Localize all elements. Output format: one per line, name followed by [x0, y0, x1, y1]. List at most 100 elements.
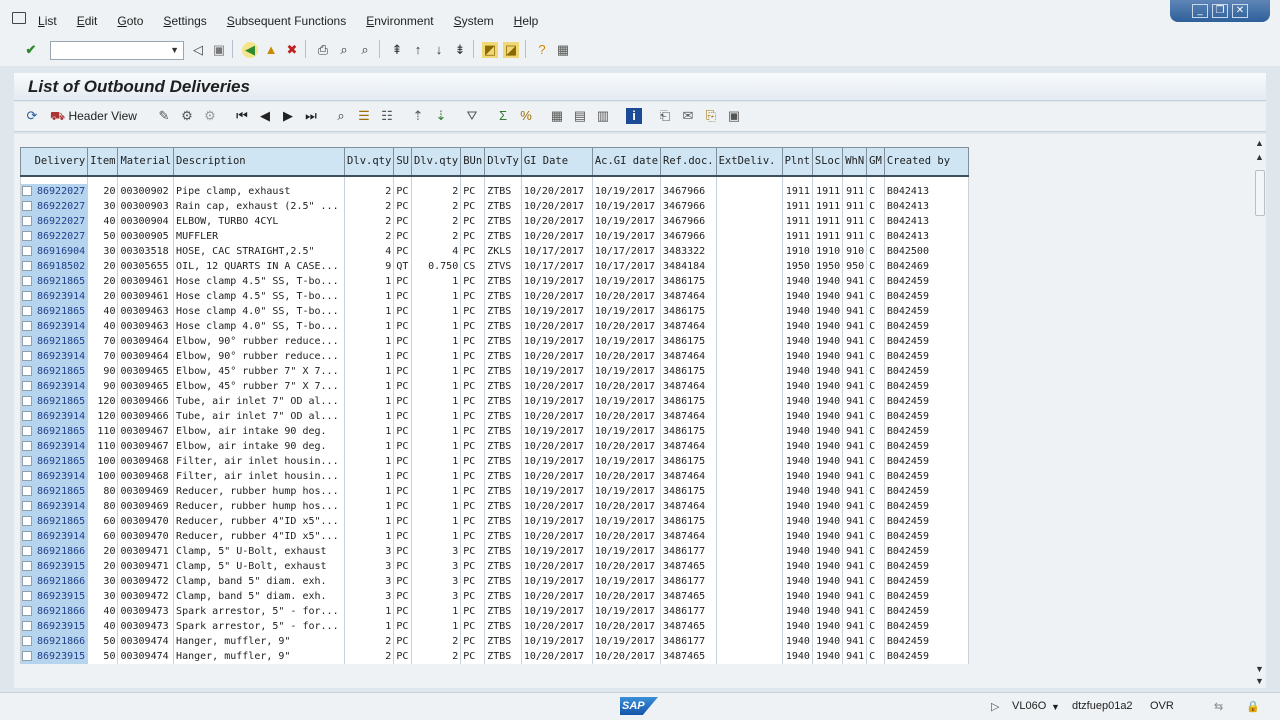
table-cell[interactable]: 3487464 — [660, 498, 717, 514]
table-cell[interactable]: 86921865 — [19, 363, 89, 379]
table-cell[interactable]: 10/20/2017 — [520, 228, 593, 244]
table-cell[interactable]: 1 — [410, 603, 462, 619]
table-cell[interactable]: 1940 — [781, 453, 813, 469]
table-cell[interactable]: 1940 — [811, 483, 844, 499]
table-cell[interactable]: 86918502 — [19, 258, 89, 274]
table-cell[interactable]: ZTBS — [484, 408, 522, 424]
table-cell[interactable]: 941 — [842, 333, 868, 349]
table-cell[interactable]: 10/20/2017 — [520, 318, 593, 334]
table-cell[interactable]: ZTBS — [484, 333, 522, 349]
table-cell[interactable]: C — [866, 303, 885, 319]
table-row[interactable]: 86923914 70 00309464 Elbow, 90° rubber redu… — [19, 348, 969, 364]
info-icon[interactable]: i — [626, 108, 642, 124]
table-cell[interactable]: 2 — [344, 633, 395, 649]
table-cell[interactable]: PC — [460, 423, 486, 439]
table-cell[interactable]: 10/19/2017 — [591, 198, 662, 214]
table-cell[interactable]: 1940 — [781, 468, 813, 484]
table-cell[interactable]: PC — [460, 243, 486, 259]
table-cell[interactable]: C — [866, 333, 885, 349]
row-checkbox[interactable] — [22, 275, 32, 286]
table-cell[interactable]: 86921866 — [19, 543, 89, 559]
table-cell[interactable]: 00309463 — [117, 318, 175, 334]
table-cell[interactable]: PC — [460, 588, 486, 604]
table-cell[interactable]: 00309464 — [117, 333, 175, 349]
table-cell[interactable]: PC — [393, 363, 412, 379]
table-cell[interactable]: Elbow, air intake 90 deg. — [173, 423, 346, 439]
table-cell[interactable]: B042459 — [883, 378, 969, 394]
table-cell[interactable]: Clamp, 5" U-Bolt, exhaust — [173, 558, 346, 574]
table-cell[interactable]: Hose clamp 4.5" SS, T-bo... — [173, 288, 346, 304]
table-cell[interactable]: 941 — [842, 378, 868, 394]
row-checkbox[interactable] — [22, 335, 32, 346]
change-mode-icon[interactable]: ⚙ — [179, 108, 195, 124]
table-cell[interactable]: 3487464 — [660, 528, 717, 544]
table-row[interactable]: 86923914 20 00309461 Hose clamp 4.5" SS, T-… — [19, 288, 969, 304]
table-cell[interactable] — [715, 183, 783, 199]
table-cell[interactable]: 1940 — [811, 333, 844, 349]
col-gm[interactable]: GM — [866, 147, 885, 177]
create-shortcut-icon[interactable]: ◪ — [503, 42, 519, 58]
table-cell[interactable]: 3486175 — [660, 363, 717, 379]
table-cell[interactable]: 86921865 — [19, 453, 89, 469]
table-cell[interactable]: 86921865 — [19, 303, 89, 319]
table-cell[interactable]: PC — [393, 423, 412, 439]
table-cell[interactable]: 10/20/2017 — [520, 648, 593, 664]
row-checkbox[interactable] — [22, 350, 32, 361]
table-cell[interactable]: 1940 — [811, 288, 844, 304]
table-cell[interactable]: 3486175 — [660, 333, 717, 349]
table-cell[interactable]: QT — [393, 258, 412, 274]
table-cell[interactable]: 10/19/2017 — [591, 633, 662, 649]
table-cell[interactable]: 86923915 — [19, 588, 89, 604]
table-cell[interactable]: 10/19/2017 — [591, 183, 662, 199]
table-cell[interactable]: 1940 — [811, 498, 844, 514]
col-description[interactable]: Description — [173, 147, 346, 177]
table-cell[interactable]: ZTBS — [484, 513, 522, 529]
table-cell[interactable]: PC — [393, 483, 412, 499]
table-cell[interactable]: 941 — [842, 393, 868, 409]
table-cell[interactable]: 1 — [410, 528, 462, 544]
table-cell[interactable]: 30 — [87, 243, 119, 259]
table-cell[interactable]: 86923914 — [19, 318, 89, 334]
table-cell[interactable]: 10/19/2017 — [591, 273, 662, 289]
table-cell[interactable]: 10/20/2017 — [520, 468, 593, 484]
table-cell[interactable]: Hanger, muffler, 9" — [173, 633, 346, 649]
table-cell[interactable]: ZTBS — [484, 633, 522, 649]
table-cell[interactable]: 00303518 — [117, 243, 175, 259]
table-cell[interactable]: 2 — [410, 228, 462, 244]
table-cell[interactable]: PC — [460, 648, 486, 664]
table-cell[interactable]: 3483322 — [660, 243, 717, 259]
total-icon[interactable]: Σ — [495, 108, 511, 124]
table-row[interactable]: 86922027 50 00300905 MUFFLER 2 PC 2 PC ZTBS 10/20… — [19, 228, 969, 244]
table-cell[interactable]: 10/20/2017 — [591, 618, 662, 634]
table-cell[interactable]: Tube, air inlet 7" OD al... — [173, 408, 346, 424]
close-window-icon[interactable]: ✕ — [1232, 4, 1248, 18]
table-cell[interactable]: C — [866, 483, 885, 499]
table-cell[interactable]: PC — [460, 213, 486, 229]
table-cell[interactable]: 86921865 — [19, 333, 89, 349]
table-cell[interactable]: C — [866, 378, 885, 394]
table-cell[interactable]: 120 — [87, 393, 119, 409]
table-cell[interactable]: 10/19/2017 — [591, 603, 662, 619]
table-cell[interactable]: 1 — [410, 303, 462, 319]
col-plnt[interactable]: Plnt — [781, 147, 813, 177]
table-cell[interactable]: PC — [393, 528, 412, 544]
row-checkbox[interactable] — [22, 440, 32, 451]
row-checkbox[interactable] — [22, 425, 32, 436]
table-cell[interactable]: ZTBS — [484, 468, 522, 484]
table-cell[interactable]: 1 — [410, 288, 462, 304]
table-row[interactable]: 86921866 30 00309472 Clamp, band 5" diam. e… — [19, 573, 969, 589]
table-cell[interactable] — [715, 378, 783, 394]
table-cell[interactable]: 1 — [344, 483, 395, 499]
subtotal-icon[interactable]: % — [518, 108, 534, 124]
table-cell[interactable]: C — [866, 258, 885, 274]
table-cell[interactable]: C — [866, 648, 885, 664]
print-icon[interactable]: ⎙ — [315, 42, 331, 58]
table-row[interactable]: 86921865 100 00309468 Filter, air inlet hou… — [19, 453, 969, 469]
table-cell[interactable]: PC — [393, 453, 412, 469]
row-checkbox[interactable] — [22, 260, 32, 271]
table-cell[interactable]: 80 — [87, 483, 119, 499]
table-cell[interactable]: ZTBS — [484, 183, 522, 199]
table-cell[interactable]: C — [866, 183, 885, 199]
table-cell[interactable]: 10/19/2017 — [591, 363, 662, 379]
command-field-collapse-icon[interactable]: ◁ — [190, 42, 206, 58]
